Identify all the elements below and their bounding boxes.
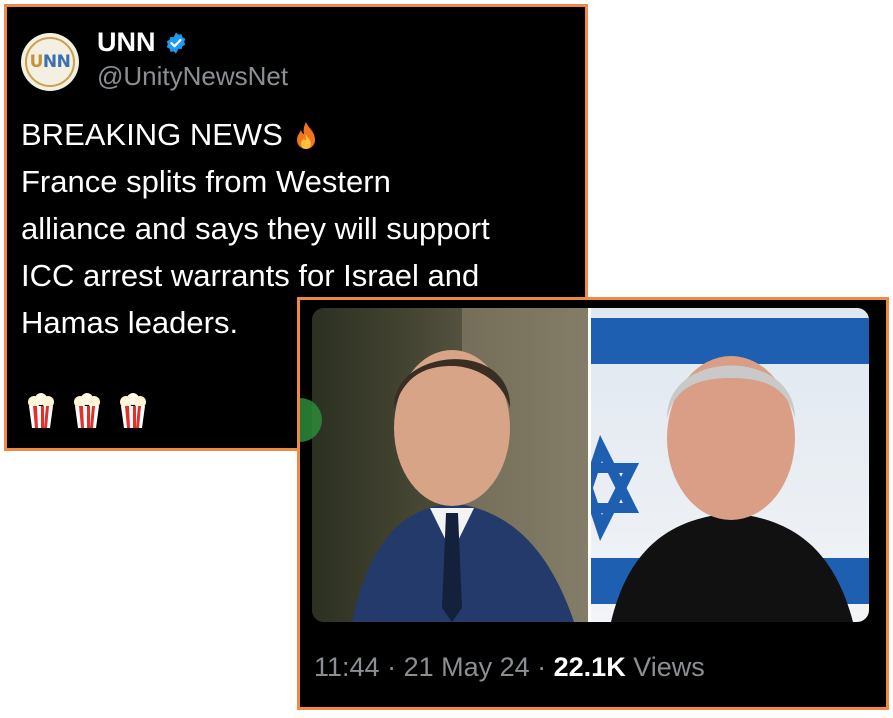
photo-right-portrait bbox=[591, 308, 869, 622]
account-name-row[interactable]: UNN bbox=[97, 27, 188, 58]
tweet-line-4: ICC arrest warrants for Israel and bbox=[21, 258, 480, 293]
account-name[interactable]: UNN bbox=[97, 27, 156, 58]
tweet-line-2: France splits from Western bbox=[21, 164, 391, 199]
meta-separator: · bbox=[379, 652, 404, 682]
verified-badge-icon bbox=[166, 32, 185, 53]
tweet-meta: 11:44 · 21 May 24 · 22.1K Views bbox=[314, 652, 705, 683]
account-handle[interactable]: @UnityNewsNet bbox=[97, 61, 288, 92]
meta-separator: · bbox=[529, 652, 554, 682]
avatar-logo-text: UNN bbox=[29, 52, 71, 72]
media-card: 11:44 · 21 May 24 · 22.1K Views bbox=[297, 297, 889, 710]
photo-left-portrait bbox=[312, 308, 588, 622]
tweet-line-1: BREAKING NEWS bbox=[21, 111, 581, 158]
views-label: Views bbox=[633, 652, 705, 682]
fire-emoji-icon bbox=[297, 121, 316, 149]
portrait-silhouette-left bbox=[352, 308, 588, 622]
popcorn-emoji-icon bbox=[120, 393, 146, 428]
tweet-line-3: alliance and says they will support bbox=[21, 211, 490, 246]
popcorn-emoji-icon bbox=[28, 393, 54, 428]
tweet-photo[interactable] bbox=[312, 308, 869, 622]
popcorn-emoji-icon bbox=[74, 393, 100, 428]
portrait-silhouette-right bbox=[591, 356, 853, 622]
tweet-time[interactable]: 11:44 bbox=[314, 652, 380, 682]
tweet-date[interactable]: 21 May 24 bbox=[404, 652, 530, 682]
popcorn-emoji-row bbox=[25, 392, 149, 430]
account-avatar[interactable]: UNN bbox=[21, 33, 79, 91]
views-count[interactable]: 22.1K bbox=[554, 652, 626, 682]
